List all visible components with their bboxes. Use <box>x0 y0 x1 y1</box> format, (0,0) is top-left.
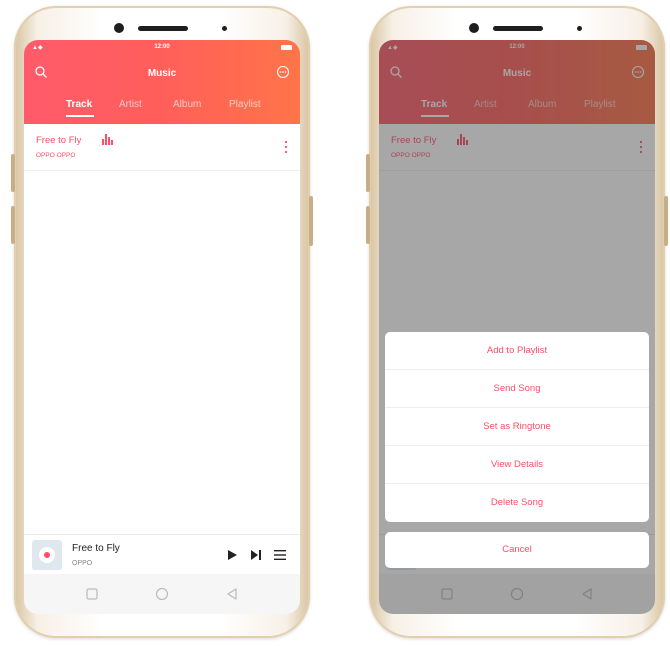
next-icon[interactable] <box>248 547 264 563</box>
earpiece <box>138 26 188 31</box>
mini-player[interactable]: Free to Fly OPPO <box>24 534 300 575</box>
square-nav-icon[interactable] <box>84 586 100 602</box>
power-button <box>309 196 313 246</box>
system-nav-bar <box>24 574 300 614</box>
status-bar: ▲◆ 12:00 <box>24 44 300 54</box>
battery-icon <box>281 45 292 50</box>
power-button <box>664 196 668 246</box>
queue-icon[interactable] <box>272 547 288 563</box>
view-details-button[interactable]: View Details <box>385 446 649 484</box>
track-artist: OPPO OPPO <box>36 152 76 159</box>
more-icon[interactable] <box>276 65 290 79</box>
tab-artist[interactable]: Artist <box>119 99 142 110</box>
volume-button <box>11 154 15 192</box>
sensor <box>577 26 582 31</box>
volume-button <box>366 154 370 192</box>
track-title: Free to Fly <box>36 135 82 146</box>
send-song-button[interactable]: Send Song <box>385 370 649 408</box>
phone-right: ▲◆ 12:00 Music Track Artist Album Playli… <box>366 6 668 638</box>
track-list: Free to Fly OPPO OPPO <box>24 124 300 534</box>
dim-overlay[interactable] <box>379 40 655 614</box>
cancel-button[interactable]: Cancel <box>385 532 649 568</box>
tab-playlist[interactable]: Playlist <box>229 99 261 110</box>
triangle-nav-icon[interactable] <box>224 586 240 602</box>
tab-indicator <box>66 115 94 117</box>
volume-button <box>11 206 15 244</box>
overflow-menu-icon[interactable] <box>284 139 288 155</box>
page-title: Music <box>147 68 177 79</box>
delete-song-button[interactable]: Delete Song <box>385 484 649 522</box>
tab-album[interactable]: Album <box>173 99 201 110</box>
add-to-playlist-button[interactable]: Add to Playlist <box>385 332 649 370</box>
status-time: 12:00 <box>154 44 170 50</box>
set-as-ringtone-button[interactable]: Set as Ringtone <box>385 408 649 446</box>
phone-left: ▲◆ 12:00 Music Track Artist Album Playli… <box>11 6 313 638</box>
earpiece <box>493 26 543 31</box>
screen: ▲◆ 12:00 Music Track Artist Album Playli… <box>24 40 300 614</box>
screen: ▲◆ 12:00 Music Track Artist Album Playli… <box>379 40 655 614</box>
player-artist: OPPO <box>72 560 93 567</box>
list-item[interactable]: Free to Fly OPPO OPPO <box>24 124 300 171</box>
app-header: ▲◆ 12:00 Music Track Artist Album Playli… <box>24 40 300 124</box>
volume-button <box>366 206 370 244</box>
front-camera <box>114 23 124 33</box>
circle-nav-icon[interactable] <box>154 586 170 602</box>
action-sheet: Add to Playlist Send Song Set as Rington… <box>385 332 649 522</box>
equalizer-icon <box>102 134 113 145</box>
tab-bar: Track Artist Album Playlist <box>24 99 300 115</box>
album-art <box>32 540 62 570</box>
front-camera <box>469 23 479 33</box>
sensor <box>222 26 227 31</box>
player-title: Free to Fly <box>72 543 120 554</box>
cancel-sheet: Cancel <box>385 532 649 568</box>
play-icon[interactable] <box>224 547 240 563</box>
tab-track[interactable]: Track <box>66 99 92 110</box>
